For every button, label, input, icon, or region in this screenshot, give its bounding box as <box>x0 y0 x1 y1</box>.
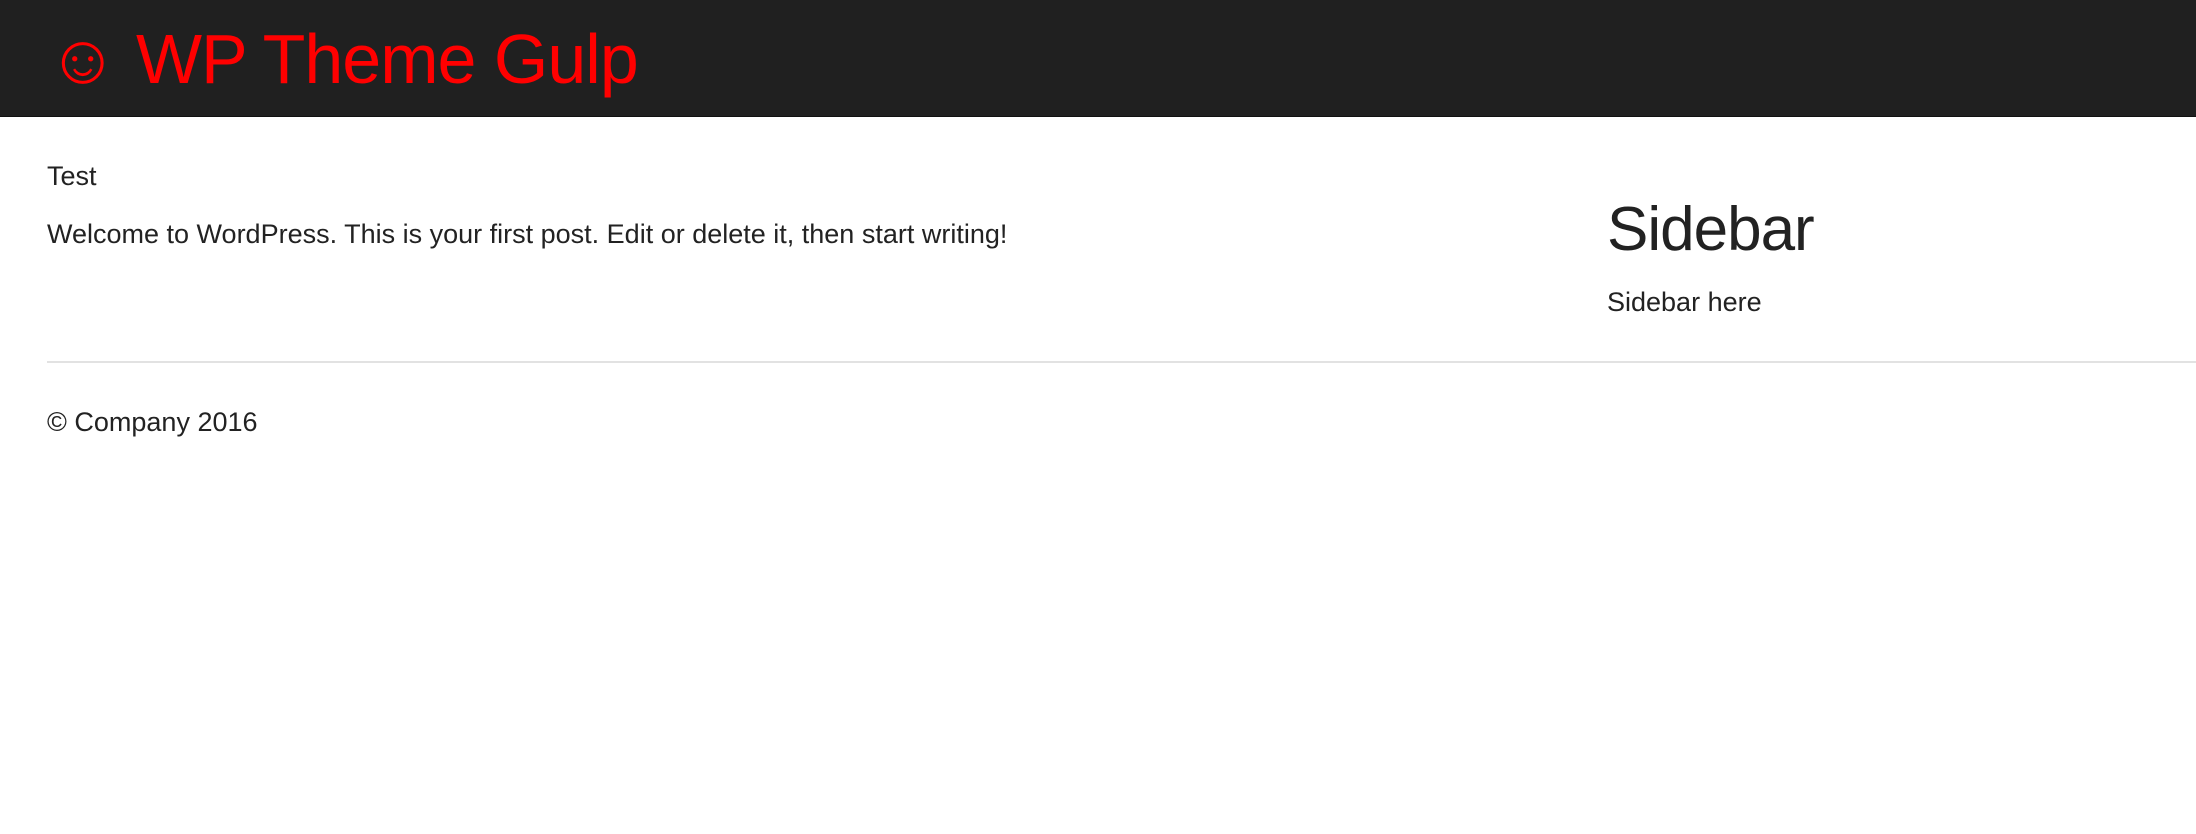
post-title: Test <box>47 161 97 191</box>
footer-divider <box>47 361 2196 363</box>
site-title-link[interactable]: ☺ WP Theme Gulp <box>47 14 639 104</box>
post-content: Welcome to WordPress. This is your first… <box>47 219 1008 249</box>
sidebar-text: Sidebar here <box>1607 287 1762 317</box>
site-header: ☺ WP Theme Gulp <box>0 0 2196 117</box>
footer-copyright: © Company 2016 <box>47 407 258 437</box>
site-title-text: WP Theme Gulp <box>135 20 639 98</box>
smiley-icon: ☺ <box>47 20 118 98</box>
sidebar-heading: Sidebar <box>1607 195 1815 264</box>
